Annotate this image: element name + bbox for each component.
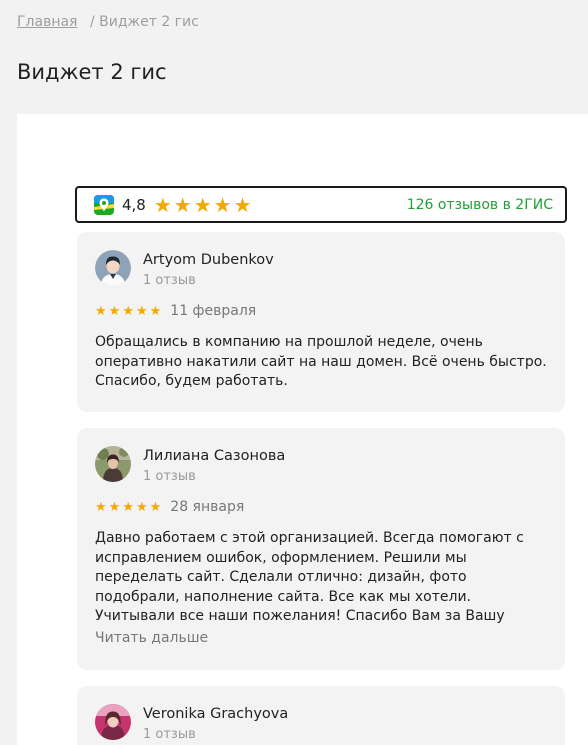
avatar: [95, 446, 131, 482]
reviews-count-link[interactable]: 126 отзывов в 2ГИС: [407, 197, 553, 213]
star-icon: ★: [213, 192, 232, 217]
star-icon: ★: [173, 192, 192, 217]
review-date: 28 января: [170, 499, 245, 515]
author-review-count: 1 отзыв: [143, 273, 196, 288]
page-title: Виджет 2 гис: [17, 60, 167, 84]
rating-summary: 4,8 ★ ★ ★ ★ ★ 126 отзывов в 2ГИС: [75, 186, 567, 223]
review-text: Давно работаем с этой организацией. Всег…: [95, 530, 524, 624]
user-avatar-icon: [95, 250, 131, 286]
review-stars: ★ ★ ★ ★ ★: [95, 305, 161, 318]
star-icon: ★: [95, 499, 107, 515]
review-date: 11 февраля: [170, 303, 257, 319]
star-icon: ★: [193, 192, 212, 217]
star-icon: ★: [153, 192, 172, 217]
author-name: Veronika Grachyova: [143, 706, 289, 722]
star-icon: ★: [233, 192, 252, 217]
star-icon: ★: [149, 499, 162, 515]
review-stars: ★ ★ ★ ★ ★: [95, 501, 161, 514]
breadcrumb-home-link[interactable]: Главная: [17, 14, 77, 30]
user-photo-icon: [95, 446, 131, 482]
read-more-link[interactable]: Читать дальше: [95, 630, 208, 646]
star-icon: ★: [108, 303, 121, 319]
user-photo-icon: [95, 704, 131, 740]
author-review-count: 1 отзыв: [143, 727, 196, 742]
avatar: [95, 250, 131, 286]
rating-stars: ★ ★ ★ ★ ★: [154, 195, 252, 215]
star-icon: ★: [122, 303, 134, 319]
breadcrumb: Главная / Виджет 2 гис: [17, 14, 199, 30]
breadcrumb-separator: /: [89, 14, 95, 30]
star-icon: ★: [135, 499, 148, 515]
star-icon: ★: [95, 303, 107, 319]
breadcrumb-current: Виджет 2 гис: [99, 14, 199, 30]
review-meta: ★ ★ ★ ★ ★ 11 февраля: [95, 303, 256, 319]
review-meta: ★ ★ ★ ★ ★ 28 января: [95, 499, 244, 515]
star-icon: ★: [135, 303, 148, 319]
star-icon: ★: [149, 303, 162, 319]
rating-value: 4,8: [122, 195, 146, 214]
review-card: Veronika Grachyova 1 отзыв: [77, 686, 565, 745]
widget-card: 4,8 ★ ★ ★ ★ ★ 126 отзывов в 2ГИС Artyom …: [17, 114, 588, 745]
2gis-logo-icon: [94, 194, 114, 215]
review-text: Обращались в компанию на прошлой неделе,…: [95, 334, 547, 389]
author-name: Лилиана Сазонова: [143, 448, 286, 464]
review-card: Лилиана Сазонова 1 отзыв ★ ★ ★ ★ ★ 28 ян…: [77, 428, 565, 670]
review-card: Artyom Dubenkov 1 отзыв ★ ★ ★ ★ ★ 11 фев…: [77, 232, 565, 412]
star-icon: ★: [122, 499, 134, 515]
star-icon: ★: [108, 499, 121, 515]
avatar: [95, 704, 131, 740]
author-review-count: 1 отзыв: [143, 469, 196, 484]
author-name: Artyom Dubenkov: [143, 252, 274, 268]
